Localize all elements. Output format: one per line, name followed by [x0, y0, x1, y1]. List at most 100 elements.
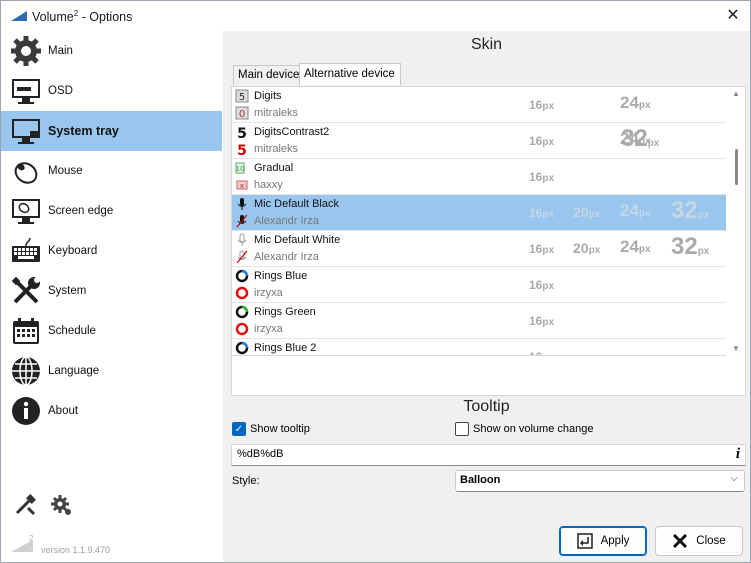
gear-icon — [9, 34, 43, 68]
close-button-label: Close — [696, 535, 726, 547]
sidebar-item-label: Keyboard — [48, 245, 98, 257]
info-icon[interactable]: i — [736, 446, 740, 463]
skin-name: Rings Green — [254, 306, 316, 318]
skin-author: haxxy — [254, 179, 283, 191]
skin-preview-icon: 10 — [235, 162, 245, 174]
skin-name: Digits — [254, 90, 282, 102]
ring-muted-icon — [235, 322, 249, 336]
size-16-label: 16px — [529, 350, 554, 355]
title-bar: Volume2 - Options ✕ — [1, 1, 750, 31]
sidebar-item-language[interactable]: Language — [1, 351, 222, 391]
tab-main-device[interactable]: Main device — [233, 65, 307, 85]
skin-list-panel: 5 0 Digits mitraleks 16px 24px 5 5 Digit… — [231, 86, 746, 396]
calendar-icon — [9, 314, 43, 348]
size-32-label: 32px — [671, 197, 710, 224]
show-tooltip-checkbox-row[interactable]: ✓ Show tooltip — [232, 422, 310, 436]
sidebar-item-schedule[interactable]: Schedule — [1, 311, 222, 351]
sidebar-item-label: Schedule — [48, 325, 96, 337]
size-24-label: 24px — [620, 93, 651, 112]
skin-author: mitraleks — [254, 107, 299, 119]
sidebar-item-about[interactable]: About — [1, 391, 222, 431]
skin-author: mitraleks — [254, 143, 299, 155]
version-label: version 1.1.9.470 — [41, 545, 111, 555]
microphone-icon — [237, 233, 247, 246]
skin-author: Alexandr Irza — [254, 251, 319, 263]
tooltip-format-field: i — [231, 444, 746, 466]
apply-button-label: Apply — [600, 535, 630, 547]
microphone-muted-icon — [236, 250, 248, 264]
ring-muted-icon — [235, 286, 249, 300]
size-32-label: 32px — [621, 125, 660, 152]
sidebar: Main OSD System tray Mouse Screen edge K… — [1, 31, 222, 562]
sidebar-item-label: OSD — [48, 85, 73, 97]
options-window: Volume2 - Options ✕ Main OSD System tray — [0, 0, 751, 563]
sidebar-item-main[interactable]: Main — [1, 31, 222, 71]
svg-text:0: 0 — [239, 109, 245, 120]
scroll-up-arrow-icon[interactable]: ▲ — [732, 89, 740, 98]
tools-icon — [9, 274, 43, 308]
style-select[interactable]: Balloon ⌵ — [455, 470, 745, 492]
show-on-volume-change-checkbox[interactable] — [455, 422, 469, 436]
tab-alternative-device[interactable]: Alternative device — [299, 63, 401, 85]
skin-row-rings-green[interactable]: Rings Green irzyxa 16px — [232, 303, 726, 339]
skin-row-mic-default-white[interactable]: Mic Default White Alexandr Irza 16px 20p… — [232, 231, 726, 267]
skin-preview-icon: 5 — [235, 89, 249, 103]
skin-row-digits[interactable]: 5 0 Digits mitraleks 16px 24px — [232, 87, 726, 123]
sidebar-item-label: System tray — [48, 124, 119, 138]
microphone-icon — [237, 198, 247, 210]
skin-section-title: Skin — [470, 36, 503, 53]
tray-monitor-icon — [9, 114, 43, 148]
skin-row-gradual[interactable]: 10 x Gradual haxxy 16px — [232, 159, 726, 195]
scroll-down-arrow-icon[interactable]: ▼ — [732, 344, 740, 353]
show-tooltip-checkbox[interactable]: ✓ — [232, 422, 246, 436]
skin-row-rings-blue[interactable]: Rings Blue irzyxa 16px — [232, 267, 726, 303]
skin-name: Rings Blue — [254, 270, 308, 282]
brush-icon[interactable] — [13, 493, 37, 520]
sidebar-item-label: Main — [48, 45, 73, 57]
size-20-label: 20px — [573, 240, 601, 256]
skin-name: Mic Default Black — [254, 198, 339, 210]
skin-list: 5 0 Digits mitraleks 16px 24px 5 5 Digit… — [232, 87, 726, 356]
skin-row-rings-blue-2[interactable]: Rings Blue 2 16px — [232, 339, 726, 355]
sidebar-item-screen-edge[interactable]: Screen edge — [1, 191, 222, 231]
settings-gear-icon[interactable] — [49, 493, 73, 520]
size-20-label: 20px — [573, 204, 601, 220]
skin-row-mic-default-black[interactable]: Mic Default Black Alexandr Irza 16px 20p… — [232, 195, 726, 231]
sidebar-item-label: Language — [48, 365, 100, 377]
skin-preview-icon: 5 — [237, 143, 247, 156]
svg-text:x: x — [240, 182, 244, 190]
sidebar-item-osd[interactable]: OSD — [1, 71, 222, 111]
sidebar-item-system[interactable]: System — [1, 271, 222, 311]
sidebar-item-keyboard[interactable]: Keyboard — [1, 231, 222, 271]
skin-name: Mic Default White — [254, 234, 341, 246]
size-16-label: 16px — [529, 242, 555, 256]
chevron-down-icon: ⌵ — [730, 473, 738, 484]
svg-text:5: 5 — [239, 92, 245, 103]
sidebar-item-label: About — [48, 405, 79, 417]
apply-button[interactable]: Apply — [559, 526, 647, 556]
ring-icon — [235, 341, 249, 355]
skin-name: Gradual — [254, 162, 294, 174]
svg-text:5: 5 — [237, 143, 247, 156]
skin-name: DigitsContrast2 — [254, 126, 330, 138]
window-title: Volume2 - Options — [32, 9, 133, 25]
screen-edge-icon — [9, 194, 43, 228]
close-icon — [673, 533, 688, 549]
size-16-label: 16px — [529, 278, 555, 292]
skin-preview-icon: 0 — [235, 106, 249, 120]
style-select-value: Balloon — [460, 474, 501, 486]
show-tooltip-label: Show tooltip — [250, 423, 310, 435]
show-on-volume-change-row[interactable]: Show on volume change — [455, 422, 593, 436]
sidebar-item-system-tray[interactable]: System tray — [1, 111, 222, 151]
skin-row-digitscontrast2[interactable]: 5 5 DigitsContrast2 mitraleks 16px 24px … — [232, 123, 726, 159]
skin-preview-icon: x — [236, 180, 248, 190]
tooltip-format-input[interactable] — [232, 445, 722, 463]
sidebar-item-mouse[interactable]: Mouse — [1, 151, 222, 191]
close-button[interactable]: Close — [655, 526, 743, 556]
window-close-button[interactable]: ✕ — [722, 5, 744, 27]
scroll-thumb[interactable] — [735, 149, 738, 185]
size-16-label: 16px — [529, 170, 555, 184]
svg-text:10: 10 — [236, 165, 245, 173]
size-16-label: 16px — [529, 314, 555, 328]
skin-list-scrollbar[interactable]: ▲ ▼ — [729, 87, 743, 355]
